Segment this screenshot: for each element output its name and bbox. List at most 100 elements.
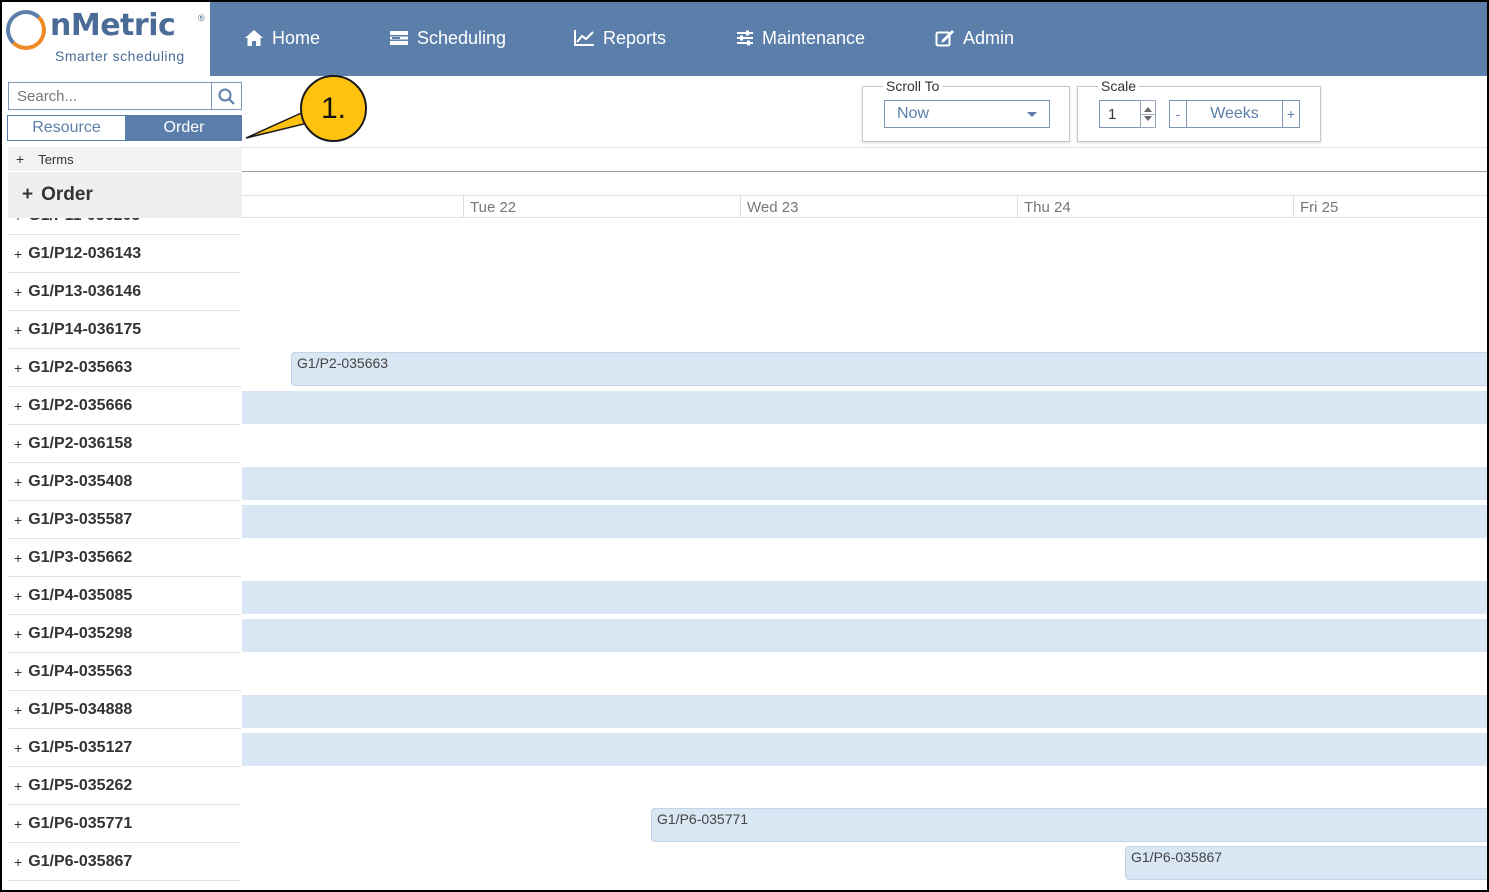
order-bar[interactable]: G1/P2-035663 [291,352,1487,386]
timeline-top-rule [242,171,1487,172]
order-id-label: G1/P4-035085 [28,586,133,604]
order-list-item[interactable]: + G1/P14-036175 [8,311,241,349]
scale-group: Scale 1 - Weeks + [1077,78,1321,142]
order-list-item[interactable]: + G1/P2-035663 [8,349,241,387]
expand-icon[interactable]: + [14,854,22,870]
schedule-band[interactable] [242,619,1487,652]
expand-icon[interactable]: + [14,284,22,300]
order-list-item[interactable]: + G1/P12-036143 [8,235,241,273]
scheduling-icon [390,31,408,45]
order-list-item[interactable]: + G1/P6-035867 [8,843,241,881]
edit-icon [935,30,954,47]
scroll-to-dropdown[interactable]: Now [884,100,1050,128]
order-list-item[interactable]: + G1/P4-035085 [8,577,241,615]
step-callout-badge: 1. [300,75,367,142]
search-button[interactable] [211,83,241,109]
home-icon [245,30,263,46]
order-list-item[interactable]: + G1/P11-036205 [8,218,241,235]
order-list-item[interactable]: + G1/P3-035662 [8,539,241,577]
expand-icon[interactable]: + [14,816,22,832]
scroll-to-group: Scroll To Now [862,78,1070,142]
expand-icon[interactable]: + [14,550,22,566]
expand-icon[interactable]: + [14,512,22,528]
scale-increase-button[interactable]: + [1283,101,1299,127]
nav-admin[interactable]: Admin [935,0,1014,76]
order-list[interactable]: + G1/P11-036205 + G1/P12-036143 + G1/P13-0361… [8,218,241,890]
chart-icon [574,30,594,46]
day-label: Fri 25 [1293,196,1487,218]
order-id-label: G1/P11-036205 [28,218,140,225]
nav-home-label: Home [272,27,321,48]
nav-maintenance[interactable]: Maintenance [736,0,865,76]
terms-label: Terms [38,151,74,167]
order-id-label: G1/P2-035666 [28,396,133,414]
nav-maintenance-label: Maintenance [762,27,866,48]
expand-icon[interactable]: + [14,322,22,338]
order-list-item[interactable]: + G1/P6-035771 [8,805,241,843]
spin-divider [1141,114,1155,115]
order-list-item[interactable]: + G1/P4-035563 [8,653,241,691]
expand-icon[interactable]: + [14,474,22,490]
brand-logo[interactable]: nMetric ® Smarter scheduling [0,0,210,76]
timeline-day-header: Tue 22 Wed 23 Thu 24 Fri 25 [242,195,1487,218]
order-list-item[interactable]: + G1/P3-035587 [8,501,241,539]
expand-icon[interactable]: + [14,218,22,224]
chevron-down-icon [1027,112,1037,117]
expand-icon[interactable]: + [14,588,22,604]
schedule-band[interactable] [242,695,1487,728]
order-view-button[interactable]: Order [126,115,242,141]
scale-decrease-button[interactable]: - [1170,101,1186,127]
scale-number-input[interactable]: 1 [1099,100,1141,128]
spin-up-icon[interactable] [1144,107,1152,112]
order-list-item[interactable]: + G1/P2-036158 [8,425,241,463]
order-id-label: G1/P12-036143 [28,244,142,262]
order-list-items: + G1/P11-036205 + G1/P12-036143 + G1/P13-0361… [8,218,241,881]
order-id-label: G1/P3-035587 [28,510,133,528]
expand-icon[interactable]: + [14,398,22,414]
order-bar[interactable]: G1/P6-035867 [1125,846,1487,880]
order-group-header[interactable]: + Order [8,172,242,218]
order-list-item[interactable]: + G1/P3-035408 [8,463,241,501]
order-list-item[interactable]: + G1/P5-034888 [8,691,241,729]
expand-icon[interactable]: + [14,664,22,680]
registered-mark: ® [198,13,205,23]
order-id-label: G1/P13-036146 [28,282,142,300]
scale-unit-label: Weeks [1186,101,1283,127]
search-icon [218,88,235,105]
order-list-item[interactable]: + G1/P2-035666 [8,387,241,425]
schedule-band[interactable] [242,733,1487,766]
gantt-grid[interactable]: G1/P2-035663 G1/P6-035771 G1/P6-035867 [242,218,1487,890]
expand-icon[interactable]: + [14,360,22,376]
expand-icon[interactable]: + [14,740,22,756]
schedule-band[interactable] [242,505,1487,538]
expand-icon[interactable]: + [14,778,22,794]
order-id-label: G1/P2-035663 [28,358,133,376]
expand-icon[interactable]: + [14,702,22,718]
order-id-label: G1/P5-034888 [28,700,133,718]
order-list-item[interactable]: + G1/P13-036146 [8,273,241,311]
order-list-item[interactable]: + G1/P4-035298 [8,615,241,653]
expand-icon[interactable]: + [14,436,22,452]
scroll-to-legend: Scroll To [883,78,943,94]
schedule-band[interactable] [242,467,1487,500]
nav-admin-label: Admin [963,27,1015,48]
order-list-item[interactable]: + G1/P5-035262 [8,767,241,805]
schedule-band[interactable] [242,581,1487,614]
spin-down-icon[interactable] [1144,116,1152,121]
schedule-band[interactable] [242,391,1487,424]
resource-view-button[interactable]: Resource [7,115,126,141]
terms-row[interactable]: + Terms [8,147,242,171]
nav-reports[interactable]: Reports [573,0,666,76]
order-id-label: G1/P2-036158 [28,434,133,452]
nav-home[interactable]: Home [244,0,320,76]
expand-icon[interactable]: + [14,246,22,262]
scale-spinner[interactable] [1140,100,1156,128]
expand-icon[interactable]: + [14,626,22,642]
search-input[interactable] [9,83,212,109]
order-id-label: G1/P4-035298 [28,624,133,642]
expand-icon: + [16,151,25,167]
order-list-item[interactable]: + G1/P5-035127 [8,729,241,767]
order-bar[interactable]: G1/P6-035771 [651,808,1487,842]
toolbar-divider [242,147,1487,148]
nav-scheduling[interactable]: Scheduling [389,0,506,76]
